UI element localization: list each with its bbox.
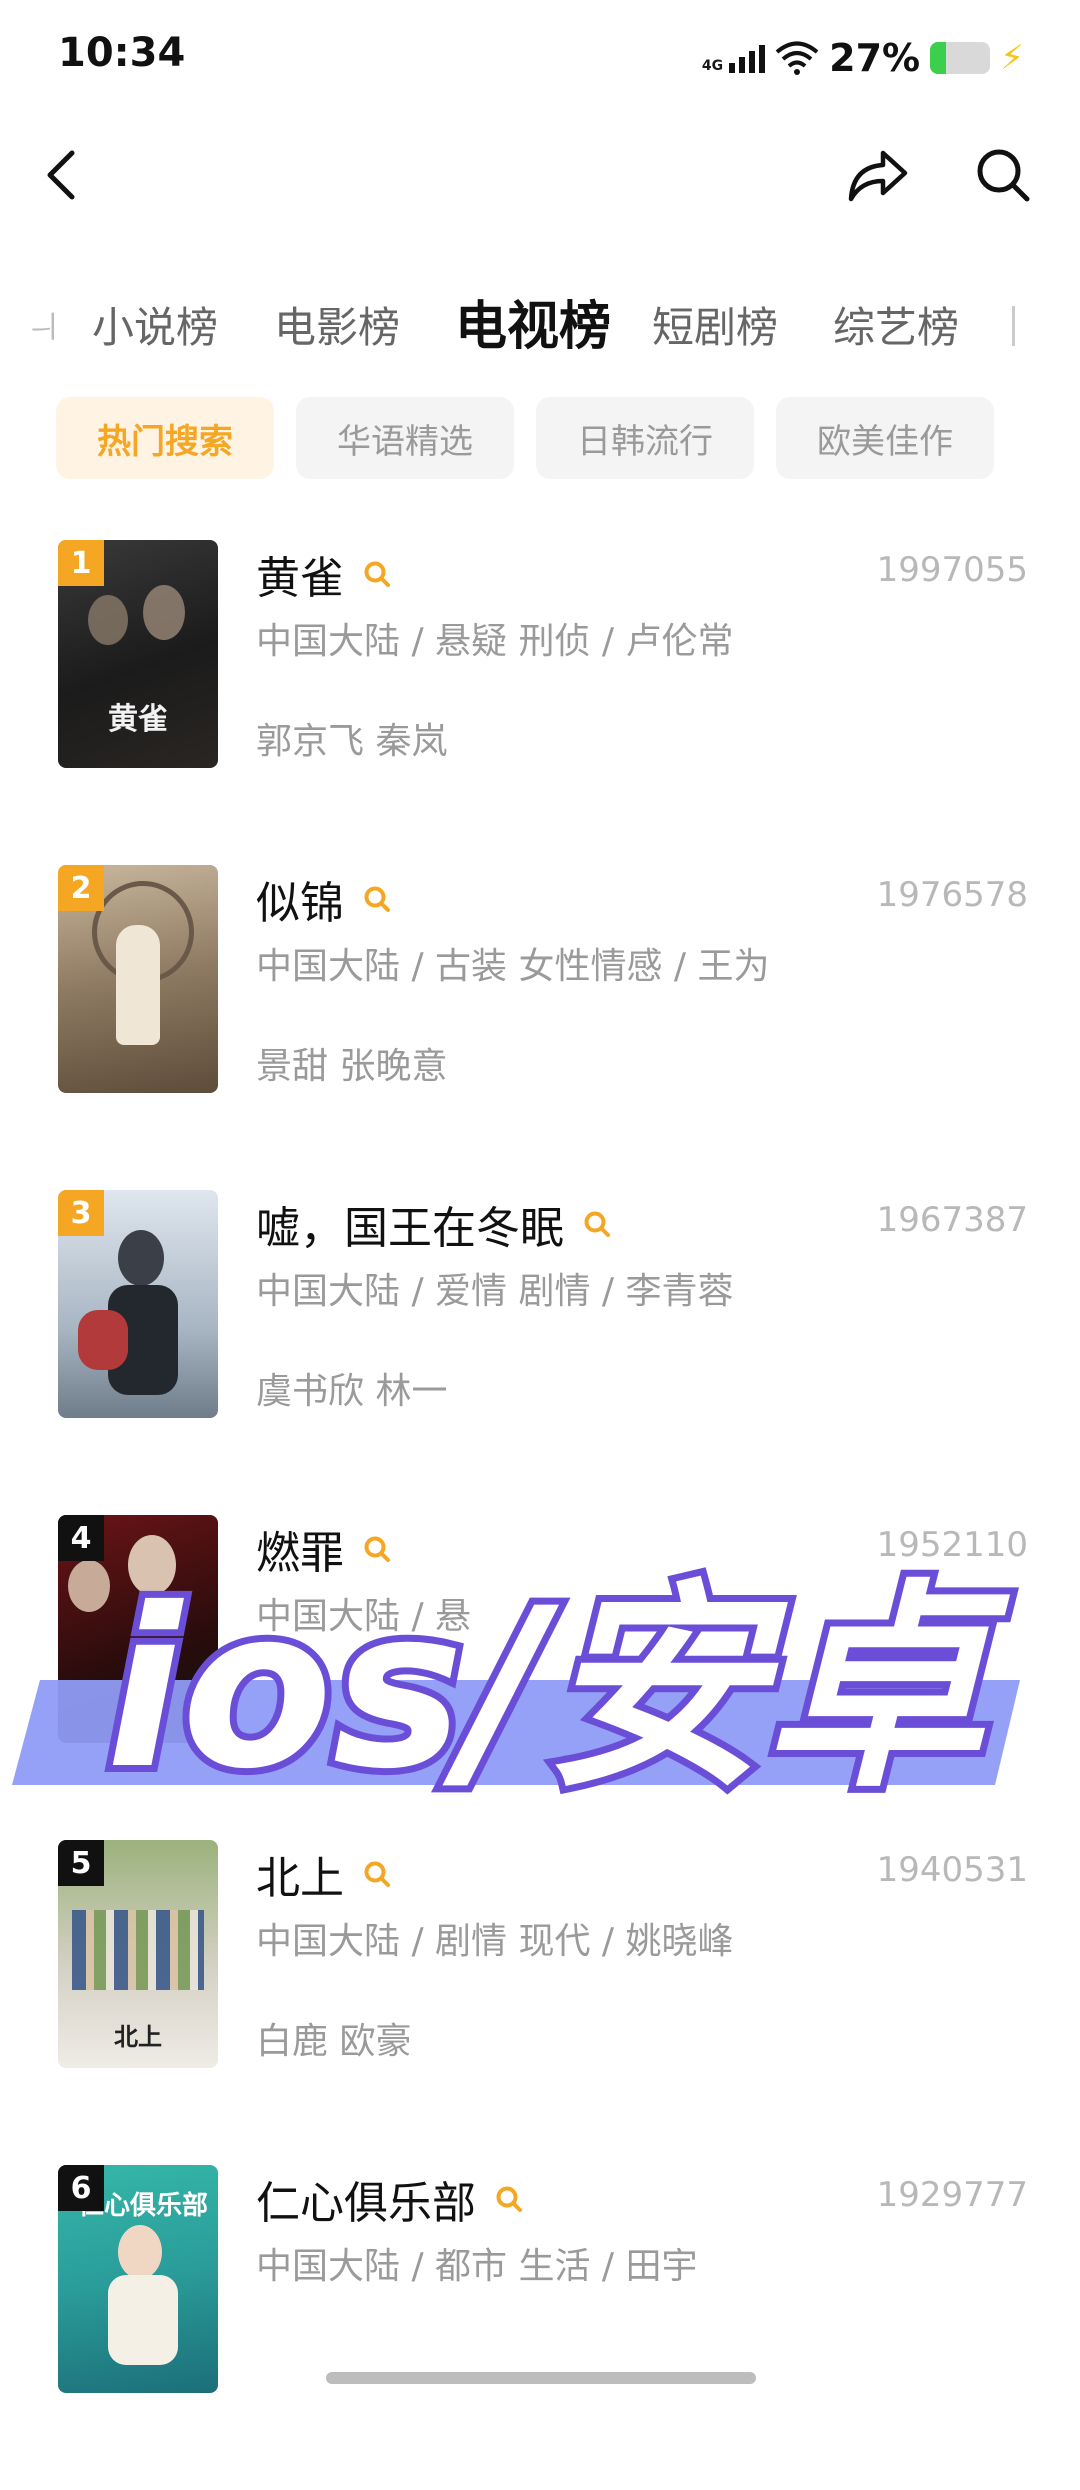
show-meta: 中国大陆 / 都市 生活 / 田宇 — [256, 2246, 698, 2287]
poster-image[interactable]: 4 — [58, 1515, 218, 1743]
wifi-icon — [775, 41, 819, 75]
list-item[interactable]: 仁心俱乐部 6 仁心俱乐部 1929777 中国大陆 / 都市 生活 / 田宇 — [0, 2165, 1080, 2490]
search-icon[interactable] — [362, 1859, 392, 1889]
search-score: 1940531 — [876, 1850, 1028, 1890]
battery-percent: 27% — [829, 36, 921, 80]
cellular-signal-icon: 4G — [701, 43, 766, 74]
status-bar: 10:34 4G 27% ⚡ — [0, 0, 1080, 120]
title-line: 北上 — [256, 1842, 392, 1906]
rank-badge: 1 — [58, 540, 104, 586]
show-cast: 虞书欣 林一 — [256, 1371, 448, 1412]
poster-image[interactable]: 2 — [58, 865, 218, 1093]
category-tabs: ㅢ 小说榜 电影榜 电视榜 短剧榜 综艺榜 — [0, 272, 1080, 372]
show-title: 黄雀 — [256, 553, 344, 604]
list-item[interactable]: 2 似锦 1976578 中国大陆 / 古装 女性情感 / 王为 景甜 张晚意 — [0, 865, 1080, 1190]
charging-icon: ⚡ — [1000, 38, 1024, 78]
tab-partial-right[interactable] — [1012, 306, 1025, 346]
home-indicator[interactable] — [326, 2372, 756, 2384]
tab-novel[interactable]: 小说榜 — [92, 294, 218, 355]
show-title: 北上 — [256, 1853, 344, 1904]
title-line: 嘘，国王在冬眠 — [256, 1192, 612, 1256]
list-item[interactable]: 北上 5 北上 1940531 中国大陆 / 剧情 现代 / 姚晓峰 白鹿 欧豪 — [0, 1840, 1080, 2165]
tab-partial-left[interactable]: ㅢ — [30, 302, 58, 346]
search-icon — [977, 149, 1030, 202]
top-nav — [0, 130, 1080, 230]
share-button[interactable] — [838, 135, 918, 215]
show-title: 仁心俱乐部 — [256, 2178, 476, 2229]
show-meta: 中国大陆 / 古装 女性情感 / 王为 — [256, 946, 770, 987]
title-line: 燃罪 — [256, 1517, 392, 1581]
list-item[interactable]: 3 嘘，国王在冬眠 1967387 中国大陆 / 爱情 剧情 / 李青蓉 虞书欣… — [0, 1190, 1080, 1515]
poster-image[interactable]: 3 — [58, 1190, 218, 1418]
share-icon — [848, 150, 908, 202]
back-button[interactable] — [22, 135, 102, 215]
search-icon[interactable] — [362, 1534, 392, 1564]
search-score: 1976578 — [876, 875, 1028, 915]
show-title: 似锦 — [256, 878, 344, 929]
tab-movie[interactable]: 电影榜 — [274, 294, 400, 355]
battery-icon — [930, 42, 991, 74]
show-title: 嘘，国王在冬眠 — [256, 1203, 564, 1254]
show-cast: 郭京飞 秦岚 — [256, 721, 448, 762]
tab-short-drama[interactable]: 短剧榜 — [652, 294, 778, 355]
ranking-list: 黄雀 1 黄雀 1997055 中国大陆 / 悬疑 刑侦 / 卢伦常 郭京飞 秦… — [0, 540, 1080, 2490]
show-meta: 中国大陆 / 悬 — [256, 1596, 472, 1637]
network-type: 4G — [701, 58, 724, 74]
chip-western-picks[interactable]: 欧美佳作 — [776, 397, 994, 479]
poster-title: 北上 — [114, 2023, 162, 2051]
poster-image[interactable]: 仁心俱乐部 6 — [58, 2165, 218, 2393]
rank-badge: 2 — [58, 865, 104, 911]
show-meta: 中国大陆 / 剧情 现代 / 姚晓峰 — [256, 1921, 734, 1962]
show-meta: 中国大陆 / 爱情 剧情 / 李青蓉 — [256, 1271, 734, 1312]
status-icons: 4G 27% ⚡ — [702, 36, 1024, 80]
list-item[interactable]: 黄雀 1 黄雀 1997055 中国大陆 / 悬疑 刑侦 / 卢伦常 郭京飞 秦… — [0, 540, 1080, 865]
show-cast: 白鹿 欧豪 — [256, 2021, 412, 2062]
clock: 10:34 — [58, 30, 186, 76]
show-title: 燃罪 — [256, 1528, 344, 1579]
rank-badge: 3 — [58, 1190, 104, 1236]
filter-chips: 热门搜索 华语精选 日韩流行 欧美佳作 — [56, 397, 994, 479]
tab-variety[interactable]: 综艺榜 — [833, 294, 959, 355]
rank-badge: 4 — [58, 1515, 104, 1561]
search-button[interactable] — [963, 135, 1043, 215]
search-score: 1952110 — [876, 1525, 1028, 1565]
poster-image[interactable]: 北上 5 — [58, 1840, 218, 2068]
show-cast: 景甜 张晚意 — [256, 1046, 448, 1087]
rank-badge: 6 — [58, 2165, 104, 2211]
title-line: 黄雀 — [256, 542, 392, 606]
chip-chinese-picks[interactable]: 华语精选 — [296, 397, 514, 479]
poster-title: 黄雀 — [108, 702, 168, 737]
title-line: 仁心俱乐部 — [256, 2167, 524, 2231]
tab-tv[interactable]: 电视榜 — [455, 284, 611, 359]
title-line: 似锦 — [256, 867, 392, 931]
search-score: 1929777 — [876, 2175, 1028, 2215]
search-score: 1997055 — [876, 550, 1028, 590]
search-icon[interactable] — [494, 2184, 524, 2214]
search-icon[interactable] — [362, 559, 392, 589]
rank-badge: 5 — [58, 1840, 104, 1886]
list-item[interactable]: 4 燃罪 1952110 中国大陆 / 悬 — [0, 1515, 1080, 1840]
show-meta: 中国大陆 / 悬疑 刑侦 / 卢伦常 — [256, 621, 734, 662]
search-icon[interactable] — [362, 884, 392, 914]
chip-jk-popular[interactable]: 日韩流行 — [536, 397, 754, 479]
poster-image[interactable]: 黄雀 1 — [58, 540, 218, 768]
chip-hot-search[interactable]: 热门搜索 — [56, 397, 274, 479]
search-score: 1967387 — [876, 1200, 1028, 1240]
chevron-left-icon — [47, 150, 75, 200]
search-icon[interactable] — [582, 1209, 612, 1239]
